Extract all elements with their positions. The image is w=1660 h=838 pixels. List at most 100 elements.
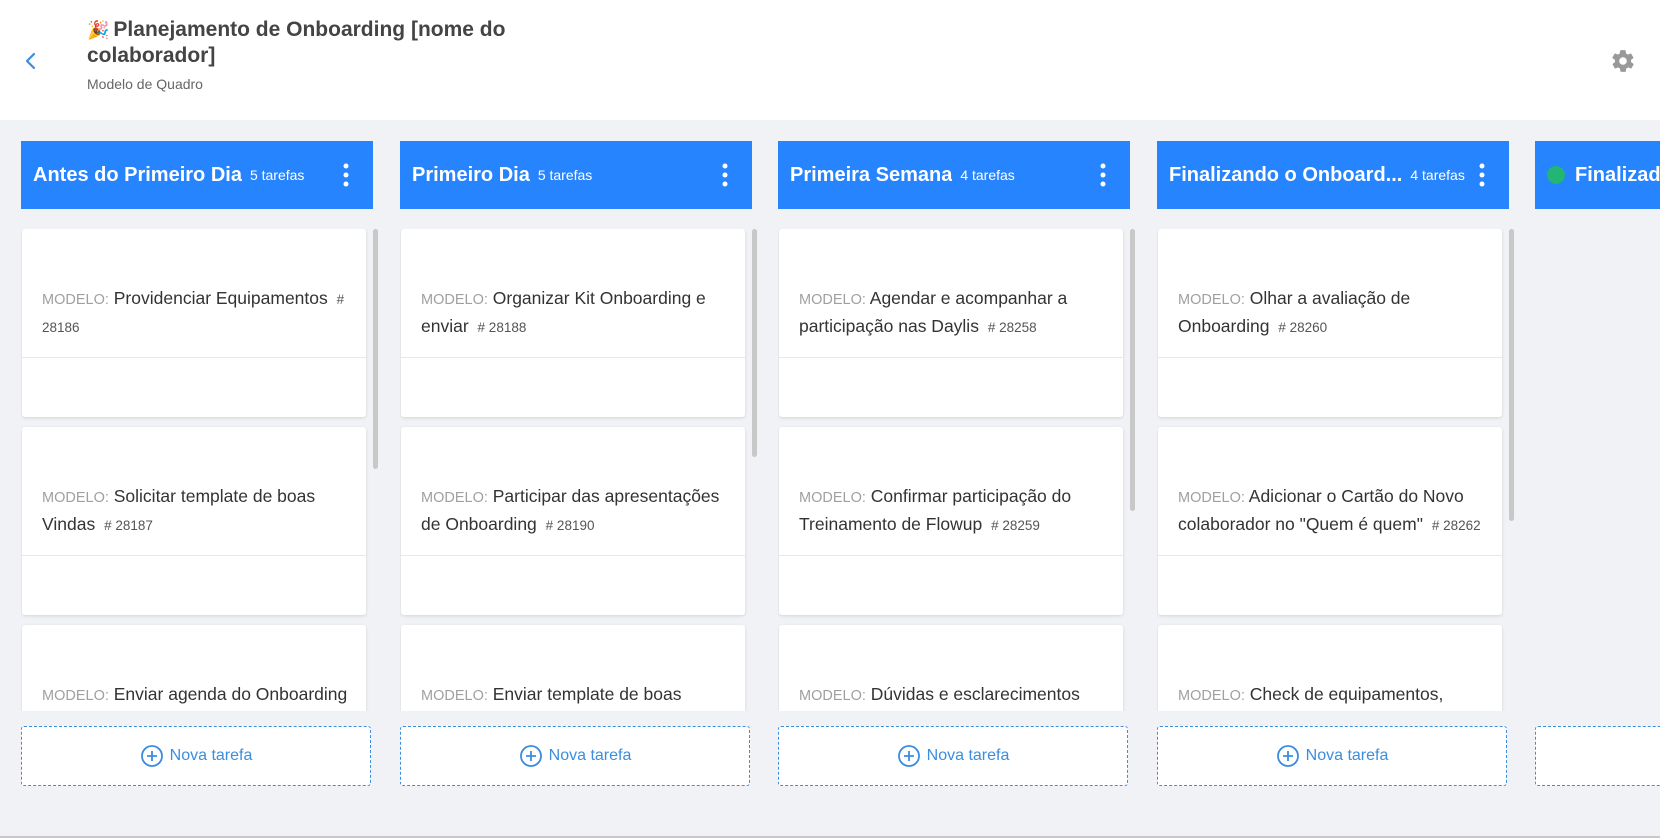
task-card[interactable]: MODELO: Dúvidas e esclarecimentos	[779, 625, 1123, 711]
card-id: # 28187	[104, 518, 153, 533]
column-primeiro-dia: Primeiro Dia 5 tarefas MODELO: Organizar…	[400, 141, 757, 801]
kanban-board: Antes do Primeiro Dia 5 tarefas MODELO: …	[0, 120, 1660, 838]
card-divider	[1158, 357, 1502, 358]
page-subtitle: Modelo de Quadro	[87, 76, 203, 92]
column-task-count: 4 tarefas	[1410, 167, 1465, 183]
card-title: Providenciar Equipamentos	[113, 288, 328, 308]
new-task-button[interactable]: Nova tarefa	[21, 726, 371, 786]
column-menu-button[interactable]	[341, 161, 351, 189]
task-card[interactable]: MODELO: Enviar agenda do Onboarding	[22, 625, 366, 711]
card-prefix: MODELO:	[421, 688, 488, 704]
vertical-dots-icon	[1100, 163, 1106, 187]
new-task-label: Nova tarefa	[1305, 747, 1389, 764]
card-divider	[401, 357, 745, 358]
card-title: Check de equipamentos,	[1249, 684, 1444, 704]
card-list[interactable]: MODELO: Agendar e acompanhar a participa…	[778, 229, 1130, 711]
column-task-count: 5 tarefas	[537, 167, 593, 183]
vertical-dots-icon	[722, 163, 728, 187]
card-list[interactable]: MODELO: Organizar Kit Onboarding e envia…	[400, 229, 752, 711]
task-card[interactable]: MODELO: Agendar e acompanhar a participa…	[779, 229, 1123, 417]
board-header: 🎉 Planejamento de Onboarding [nome do col…	[0, 0, 1660, 120]
card-content: MODELO: Confirmar participação do Treina…	[799, 483, 1107, 539]
plus-circle-icon	[140, 745, 163, 767]
column-scrollbar[interactable]	[373, 229, 378, 469]
card-divider	[1158, 555, 1502, 556]
card-divider	[401, 555, 745, 556]
card-prefix: MODELO:	[421, 292, 488, 308]
column-antes-do-primeiro-dia: Antes do Primeiro Dia 5 tarefas MODELO: …	[21, 141, 378, 801]
column-header[interactable]: Primeiro Dia 5 tarefas	[400, 141, 752, 209]
card-content: MODELO: Check de equipamentos,	[1178, 681, 1486, 709]
column-finalizado: Finalizad	[1535, 141, 1660, 801]
vertical-dots-icon	[343, 163, 349, 187]
card-list[interactable]: MODELO: Providenciar Equipamentos # 2818…	[21, 229, 373, 711]
task-card[interactable]: MODELO: Adicionar o Cartão do Novo colab…	[1158, 427, 1502, 615]
new-task-label: Nova tarefa	[169, 747, 253, 764]
card-content: MODELO: Providenciar Equipamentos # 2818…	[42, 285, 350, 341]
card-content: MODELO: Solicitar template de boas Vinda…	[42, 483, 350, 539]
card-divider	[22, 555, 366, 556]
party-emoji-icon: 🎉	[87, 20, 110, 40]
column-header[interactable]: Primeira Semana 4 tarefas	[778, 141, 1130, 209]
task-card[interactable]: MODELO: Confirmar participação do Treina…	[779, 427, 1123, 615]
card-content: MODELO: Olhar a avaliação de Onboarding …	[1178, 285, 1486, 341]
new-task-button[interactable]: Nova tarefa	[778, 726, 1128, 786]
column-finalizando-o-onboarding: Finalizando o Onboard... 4 tarefas MODEL…	[1157, 141, 1514, 801]
card-id: # 28190	[545, 518, 595, 533]
card-content: MODELO: Participar das apresentações de …	[421, 483, 729, 539]
column-scrollbar[interactable]	[1509, 229, 1514, 521]
card-title: Dúvidas e esclarecimentos	[870, 684, 1080, 704]
card-prefix: MODELO:	[799, 292, 866, 308]
status-dot-icon	[1547, 166, 1565, 184]
column-title: Finalizad	[1575, 163, 1660, 186]
column-title: Finalizando o Onboard...	[1169, 163, 1403, 186]
settings-button[interactable]	[1610, 48, 1636, 74]
card-list[interactable]: MODELO: Olhar a avaliação de Onboarding …	[1157, 229, 1509, 711]
title-block: 🎉 Planejamento de Onboarding [nome do col…	[87, 17, 507, 92]
task-card[interactable]: MODELO: Providenciar Equipamentos # 2818…	[22, 229, 366, 417]
task-card[interactable]: MODELO: Solicitar template de boas Vinda…	[22, 427, 366, 615]
column-header[interactable]: Antes do Primeiro Dia 5 tarefas	[21, 141, 373, 209]
card-content: MODELO: Organizar Kit Onboarding e envia…	[421, 285, 729, 341]
column-menu-button[interactable]	[1098, 161, 1108, 189]
gear-icon	[1612, 50, 1634, 72]
new-task-button[interactable]	[1535, 726, 1660, 786]
task-card[interactable]: MODELO: Check de equipamentos,	[1158, 625, 1502, 711]
card-prefix: MODELO:	[799, 688, 866, 704]
task-card[interactable]: MODELO: Enviar template de boas	[401, 625, 745, 711]
column-header[interactable]: Finalizad	[1535, 141, 1660, 209]
card-prefix: MODELO:	[421, 490, 488, 506]
column-title: Primeiro Dia	[412, 163, 530, 186]
card-id: # 28259	[991, 518, 1040, 533]
column-scrollbar[interactable]	[752, 229, 757, 457]
plus-circle-icon	[1276, 745, 1299, 767]
new-task-button[interactable]: Nova tarefa	[1157, 726, 1507, 786]
card-id: # 28260	[1278, 320, 1328, 335]
card-prefix: MODELO:	[1178, 490, 1245, 506]
task-card[interactable]: MODELO: Organizar Kit Onboarding e envia…	[401, 229, 745, 417]
card-content: MODELO: Dúvidas e esclarecimentos	[799, 681, 1107, 709]
plus-circle-icon	[897, 745, 920, 767]
card-prefix: MODELO:	[42, 292, 109, 308]
column-task-count: 5 tarefas	[249, 167, 305, 183]
card-prefix: MODELO:	[1178, 292, 1245, 308]
page-title: 🎉 Planejamento de Onboarding [nome do col…	[87, 17, 507, 68]
task-card[interactable]: MODELO: Olhar a avaliação de Onboarding …	[1158, 229, 1502, 417]
card-content: MODELO: Enviar template de boas	[421, 681, 729, 709]
column-menu-button[interactable]	[720, 161, 730, 189]
card-content: MODELO: Agendar e acompanhar a participa…	[799, 285, 1107, 341]
new-task-button[interactable]: Nova tarefa	[400, 726, 750, 786]
new-task-label: Nova tarefa	[926, 747, 1010, 764]
card-divider	[779, 555, 1123, 556]
column-scrollbar[interactable]	[1130, 229, 1135, 511]
column-title: Antes do Primeiro Dia	[33, 163, 242, 186]
card-prefix: MODELO:	[1178, 688, 1245, 704]
new-task-label: Nova tarefa	[548, 747, 632, 764]
task-card[interactable]: MODELO: Participar das apresentações de …	[401, 427, 745, 615]
column-primeira-semana: Primeira Semana 4 tarefas MODELO: Agenda…	[778, 141, 1135, 801]
vertical-dots-icon	[1479, 163, 1485, 187]
column-menu-button[interactable]	[1477, 161, 1487, 189]
column-title: Primeira Semana	[790, 163, 953, 186]
column-header[interactable]: Finalizando o Onboard... 4 tarefas	[1157, 141, 1509, 209]
back-button[interactable]	[18, 48, 44, 74]
